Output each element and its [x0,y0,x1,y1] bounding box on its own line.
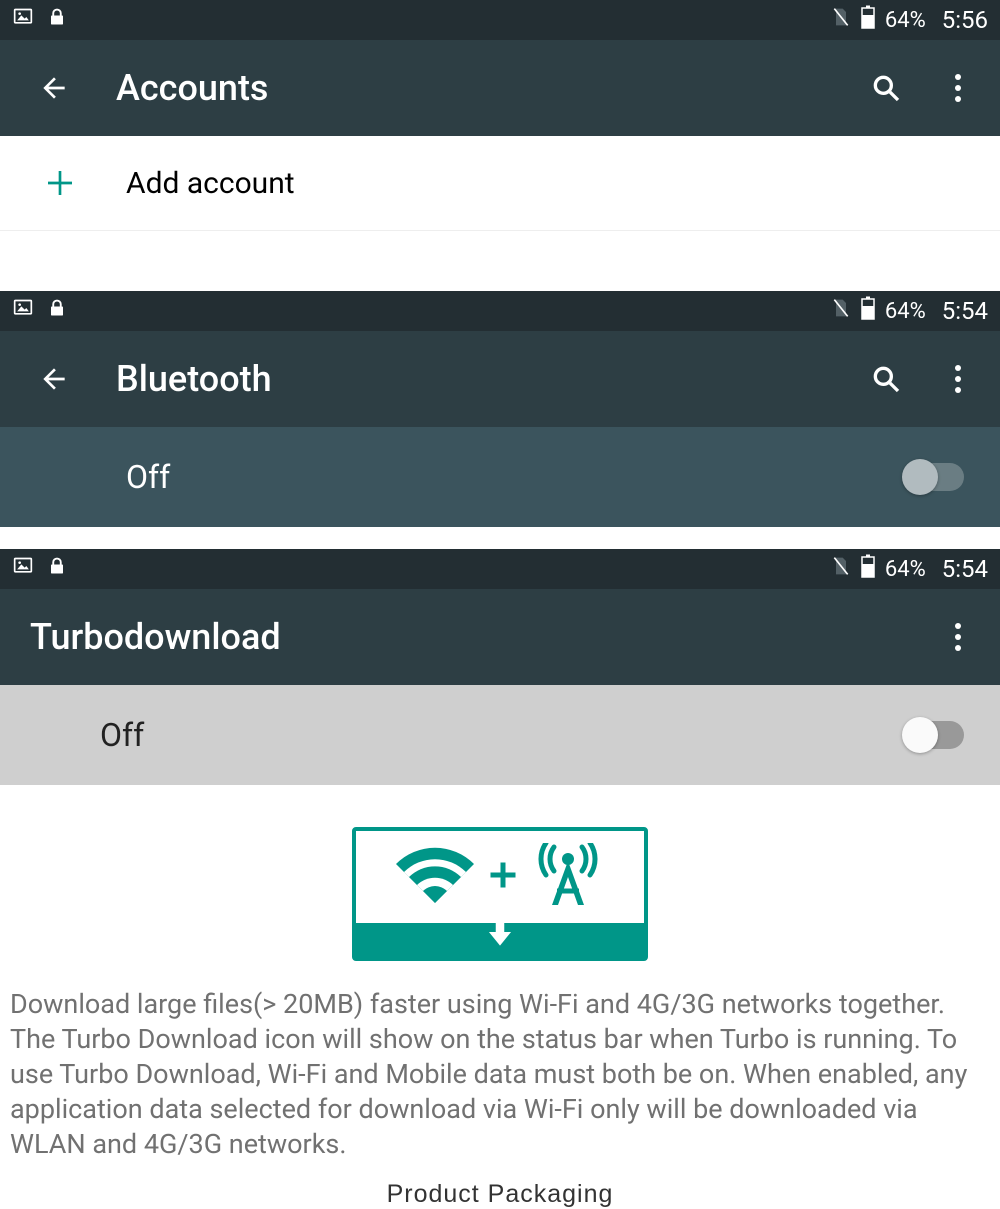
turbo-state-label: Off [100,716,904,754]
download-arrow-icon [483,923,517,953]
back-button[interactable] [30,72,78,104]
turbo-description: Download large files(> 20MB) faster usin… [0,987,1000,1162]
overflow-menu-button[interactable] [934,73,982,103]
search-button[interactable] [862,72,910,104]
caption: Product Packaging [0,1180,1000,1209]
lock-icon [48,6,66,34]
back-button[interactable] [30,363,78,395]
screenshot-icon [12,7,34,33]
lock-icon [48,555,66,583]
battery-icon [861,296,875,326]
page-title: Accounts [116,67,838,109]
battery-icon [861,554,875,584]
battery-percent: 64% [885,8,926,33]
no-sim-icon [831,297,851,325]
bluetooth-switch[interactable] [904,463,964,491]
battery-icon [861,5,875,35]
app-bar-bluetooth: Bluetooth [0,331,1000,427]
overflow-menu-button[interactable] [934,622,982,652]
battery-percent: 64% [885,299,926,324]
plus-icon [488,860,518,894]
status-bar-accounts: 64% 5:56 [0,0,1000,40]
screenshot-icon [12,298,34,324]
add-account-item[interactable]: Add account [0,136,1000,230]
app-bar-turbo: Turbodownload [0,589,1000,685]
status-bar-bluetooth: 64% 5:54 [0,291,1000,331]
overflow-menu-button[interactable] [934,364,982,394]
battery-percent: 64% [885,557,926,582]
screenshot-icon [12,556,34,582]
no-sim-icon [831,6,851,34]
cell-tower-icon [532,843,604,911]
page-title: Bluetooth [116,358,838,400]
clock-time: 5:56 [942,6,988,34]
turbo-switch[interactable] [904,721,964,749]
search-button[interactable] [862,363,910,395]
bluetooth-toggle-row[interactable]: Off [0,427,1000,527]
app-bar-accounts: Accounts [0,40,1000,136]
status-bar-turbo: 64% 5:54 [0,549,1000,589]
wifi-icon [396,847,474,907]
bluetooth-state-label: Off [126,458,904,496]
no-sim-icon [831,555,851,583]
lock-icon [48,297,66,325]
clock-time: 5:54 [942,555,988,583]
page-title: Turbodownload [30,616,910,658]
clock-time: 5:54 [942,297,988,325]
turbo-toggle-row[interactable]: Off [0,685,1000,785]
plus-icon [40,167,80,199]
turbo-illustration [0,785,1000,987]
add-account-label: Add account [126,166,295,201]
